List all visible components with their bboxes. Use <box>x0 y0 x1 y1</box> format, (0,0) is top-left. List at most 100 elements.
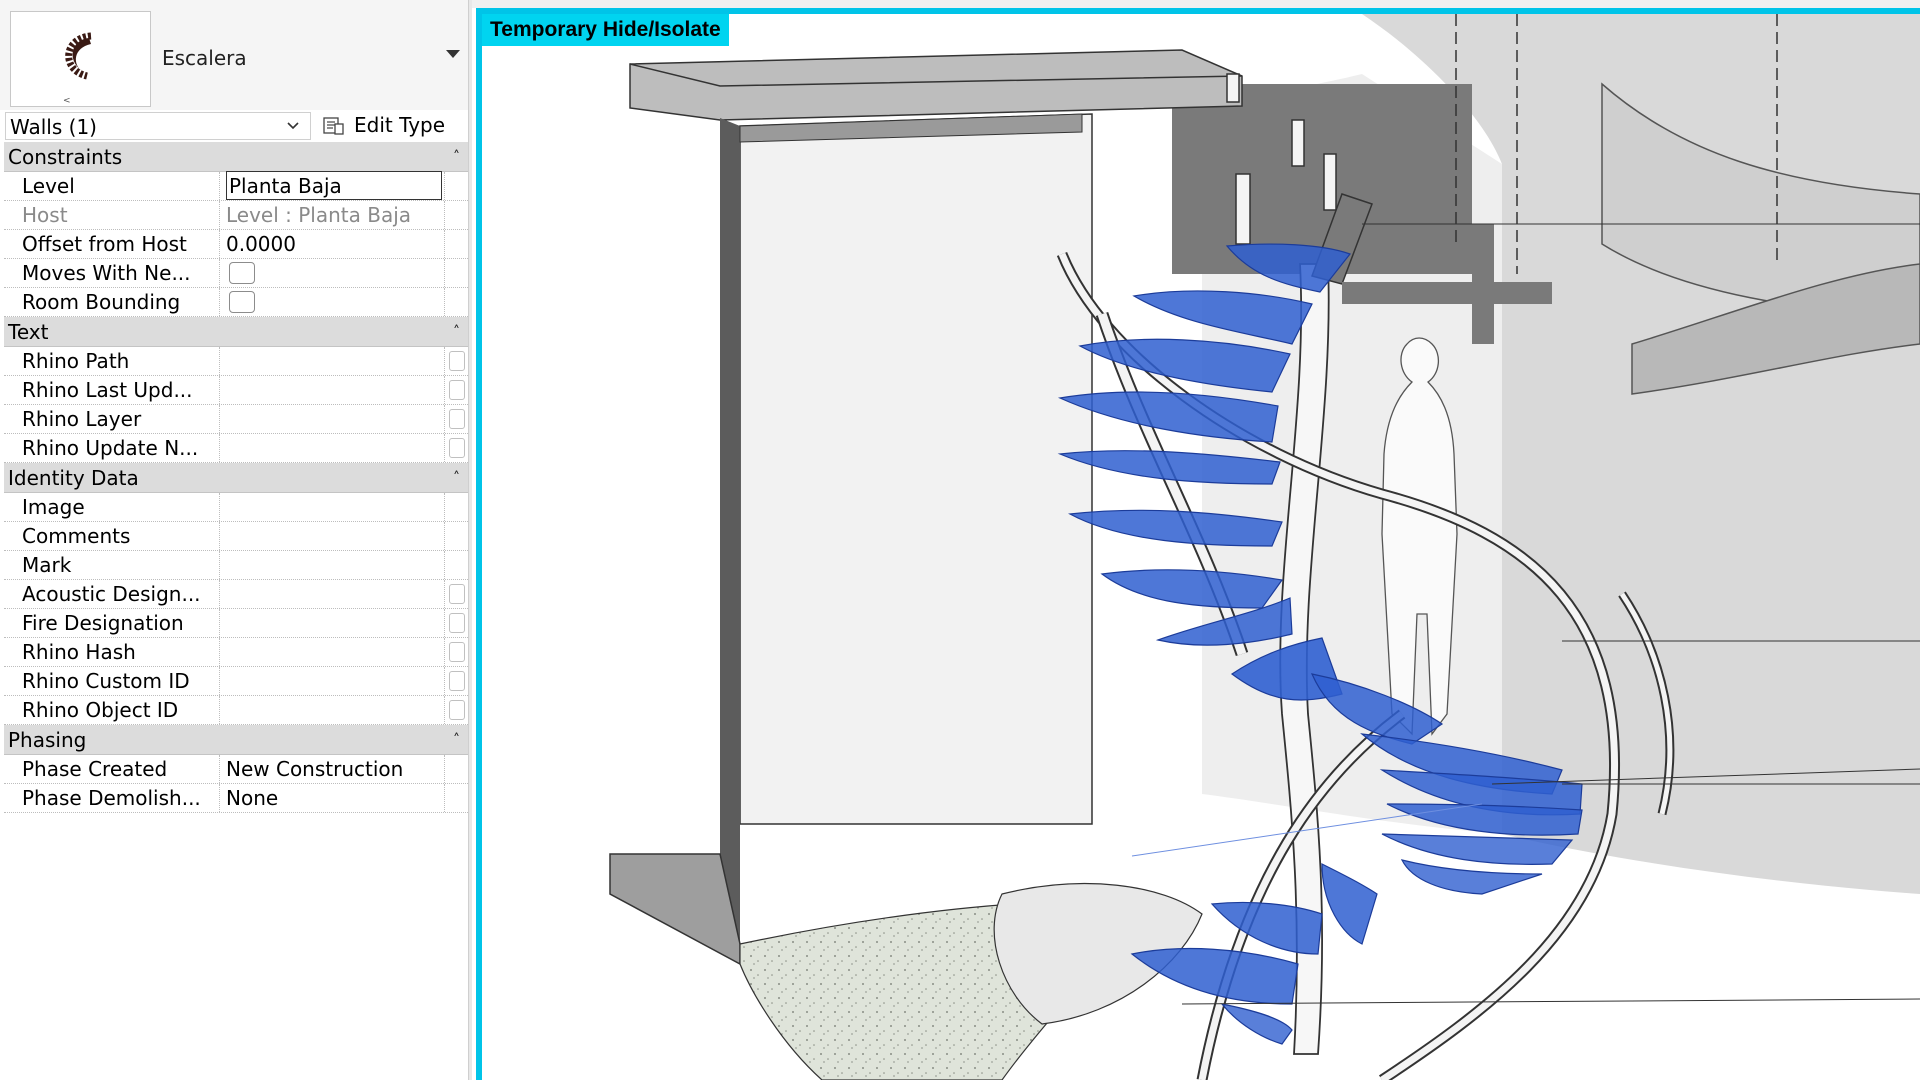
property-name: Rhino Path <box>4 347 220 375</box>
beam <box>1342 282 1552 304</box>
temporary-hide-isolate-label: Temporary Hide/Isolate <box>482 14 729 46</box>
property-checkbox-cell[interactable] <box>226 288 442 316</box>
property-edit-button[interactable] <box>444 638 468 666</box>
edit-type-label: Edit Type <box>354 113 446 137</box>
property-edit-button[interactable] <box>444 347 468 375</box>
property-row: Rhino Hash <box>4 638 468 667</box>
group-header-constraints[interactable]: Constraints ˄ <box>4 142 468 172</box>
property-value[interactable] <box>226 405 442 433</box>
wall-top-cap <box>629 49 1243 121</box>
collapse-chevron-icon[interactable]: ˄ <box>453 317 460 347</box>
svg-text:<: < <box>63 96 71 106</box>
stair-tread <box>1130 947 1299 1005</box>
baluster <box>1226 73 1240 103</box>
property-name: Phase Created <box>4 755 220 783</box>
property-value[interactable] <box>226 376 442 404</box>
property-row: Rhino Custom ID <box>4 667 468 696</box>
property-value[interactable] <box>226 580 442 608</box>
3d-viewport[interactable]: Temporary Hide/Isolate <box>476 8 1920 1080</box>
type-dropdown-arrow-icon[interactable] <box>446 50 460 58</box>
property-row: Host Level : Planta Baja <box>4 201 468 230</box>
property-value[interactable] <box>226 347 442 375</box>
property-name: Rhino Custom ID <box>4 667 220 695</box>
property-name: Level <box>4 172 220 200</box>
baluster <box>1323 153 1337 211</box>
property-row: Offset from Host 0.0000 <box>4 230 468 259</box>
property-name: Moves With Ne... <box>4 259 220 287</box>
group-header-text[interactable]: Text ˄ <box>4 317 468 347</box>
property-value[interactable]: Planta Baja <box>226 171 442 200</box>
wall-face <box>739 113 1093 825</box>
property-edit-button[interactable] <box>444 405 468 433</box>
property-name: Rhino Hash <box>4 638 220 666</box>
property-value[interactable] <box>226 522 442 550</box>
stair-tread <box>1100 569 1284 609</box>
property-edit-button[interactable] <box>444 609 468 637</box>
property-edit-button[interactable] <box>444 667 468 695</box>
type-selector[interactable]: < Escalera <box>0 0 472 110</box>
property-value[interactable] <box>226 493 442 521</box>
property-value[interactable]: 0.0000 <box>226 230 442 258</box>
property-edit-cell <box>444 172 468 200</box>
property-row: Acoustic Design... <box>4 580 468 609</box>
property-edit-button[interactable] <box>444 434 468 462</box>
group-header-phasing[interactable]: Phasing ˄ <box>4 725 468 755</box>
baluster <box>1235 173 1251 245</box>
category-filter-select[interactable]: Walls (1) <box>5 112 311 140</box>
property-edit-cell <box>444 755 468 783</box>
property-edit-cell <box>444 288 468 316</box>
checkbox[interactable] <box>229 291 255 313</box>
category-filter-value: Walls (1) <box>10 115 97 139</box>
edit-type-button[interactable]: Edit Type <box>320 112 470 140</box>
property-row: Rhino Update N... <box>4 434 468 463</box>
property-checkbox-cell[interactable] <box>226 259 442 287</box>
property-row: Moves With Ne... <box>4 259 468 288</box>
collapse-chevron-icon[interactable]: ˄ <box>453 463 460 493</box>
stair-model-scene[interactable] <box>482 14 1920 1080</box>
property-edit-cell <box>444 230 468 258</box>
chevron-down-icon <box>287 122 299 130</box>
property-value[interactable] <box>226 638 442 666</box>
group-header-identity-data[interactable]: Identity Data ˄ <box>4 463 468 493</box>
property-value[interactable]: None <box>226 784 442 812</box>
property-value[interactable]: New Construction <box>226 755 442 783</box>
group-header-label: Constraints <box>8 145 123 169</box>
property-edit-cell <box>444 259 468 287</box>
property-row: Comments <box>4 522 468 551</box>
property-row: Level Planta Baja <box>4 171 468 201</box>
group-header-label: Identity Data <box>8 466 139 490</box>
palette-splitter[interactable] <box>468 0 472 1080</box>
property-name: Image <box>4 493 220 521</box>
property-name: Acoustic Design... <box>4 580 220 608</box>
wall-edge-dark <box>720 118 740 954</box>
post <box>1472 224 1494 344</box>
group-header-label: Text <box>8 320 49 344</box>
collapse-chevron-icon[interactable]: ˄ <box>453 142 460 172</box>
property-edit-cell <box>444 522 468 550</box>
property-value[interactable] <box>226 551 442 579</box>
stair-tread <box>1381 833 1574 865</box>
property-value[interactable] <box>226 696 442 724</box>
properties-grid: Constraints ˄ Level Planta Baja Host Level : … <box>4 142 468 813</box>
checkbox[interactable] <box>229 262 255 284</box>
collapse-chevron-icon[interactable]: ˄ <box>453 725 460 755</box>
property-name: Rhino Update N... <box>4 434 220 462</box>
property-edit-button[interactable] <box>444 376 468 404</box>
property-value[interactable] <box>226 434 442 462</box>
back-wall-shadow <box>1172 84 1472 274</box>
spiral-stair-thumbnail-icon: < <box>10 11 151 107</box>
property-value: Level : Planta Baja <box>226 203 412 227</box>
wall-base <box>609 853 741 966</box>
property-name: Rhino Object ID <box>4 696 220 724</box>
property-name: Comments <box>4 522 220 550</box>
property-edit-cell <box>444 201 468 229</box>
property-row: Rhino Object ID <box>4 696 468 725</box>
property-edit-cell <box>444 551 468 579</box>
property-edit-button[interactable] <box>444 696 468 724</box>
property-edit-cell <box>444 493 468 521</box>
property-value[interactable] <box>226 667 442 695</box>
property-value[interactable] <box>226 609 442 637</box>
property-edit-button[interactable] <box>444 580 468 608</box>
stair-tread <box>1400 859 1543 895</box>
property-row: Phase Demolish... None <box>4 784 468 813</box>
